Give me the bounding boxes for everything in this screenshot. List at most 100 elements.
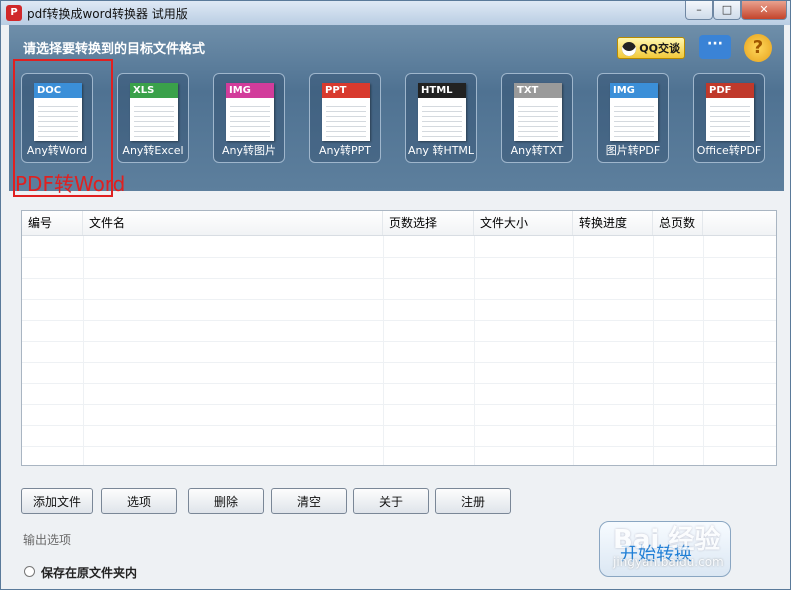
tile-any-to-txt[interactable]: TXT Any转TXT	[501, 73, 573, 163]
table-cell	[383, 383, 475, 404]
table-row[interactable]	[22, 383, 776, 405]
table-cell	[573, 425, 654, 446]
format-banner: 请选择要转换到的目标文件格式 QQ交谈 ··· ? DOC Any转Word XLS…	[9, 25, 784, 191]
table-cell	[474, 320, 574, 341]
table-cell	[383, 278, 475, 299]
tile-any-to-excel[interactable]: XLS Any转Excel	[117, 73, 189, 163]
tile-label: Any转图片	[221, 144, 276, 157]
table-cell	[474, 236, 574, 257]
table-row[interactable]	[22, 446, 776, 465]
tile-any-to-html[interactable]: HTML Any 转HTML	[405, 73, 477, 163]
tile-doc-body	[326, 102, 366, 137]
table-cell	[383, 236, 475, 257]
table-cell	[22, 404, 84, 425]
table-cell	[83, 257, 384, 278]
tile-image-to-pdf[interactable]: IMG 图片转PDF	[597, 73, 669, 163]
table-cell	[474, 362, 574, 383]
minimize-button[interactable]: –	[685, 1, 713, 20]
chat-icon[interactable]: ···	[699, 35, 731, 59]
table-cell	[22, 425, 84, 446]
table-row[interactable]	[22, 236, 776, 258]
watermark-url: jingyan.baidu.com	[613, 555, 724, 569]
options-button[interactable]: 选项	[101, 488, 177, 514]
table-cell	[22, 341, 84, 362]
table-cell	[83, 236, 384, 257]
close-button[interactable]: ✕	[741, 1, 787, 20]
table-row[interactable]	[22, 257, 776, 279]
table-cell	[653, 362, 704, 383]
table-row[interactable]	[22, 404, 776, 426]
register-button[interactable]: 注册	[435, 488, 511, 514]
tile-tag: PPT	[322, 83, 370, 98]
table-cell	[653, 299, 704, 320]
app-icon: P	[6, 5, 22, 21]
table-row[interactable]	[22, 362, 776, 384]
title-bar[interactable]: P pdf转换成word转换器 试用版 – □ ✕	[1, 1, 790, 25]
table-row[interactable]	[22, 425, 776, 447]
clear-button[interactable]: 清空	[271, 488, 347, 514]
table-cell	[22, 278, 84, 299]
table-row[interactable]	[22, 341, 776, 363]
table-cell	[383, 320, 475, 341]
table-cell	[474, 341, 574, 362]
banner-title: 请选择要转换到的目标文件格式	[23, 42, 206, 57]
tile-office-to-pdf[interactable]: PDF Office转PDF	[693, 73, 765, 163]
html-doc-icon: HTML	[418, 83, 466, 141]
col-header-file-size[interactable]: 文件大小	[474, 211, 573, 235]
table-row[interactable]	[22, 320, 776, 342]
tile-tag: IMG	[610, 83, 658, 98]
table-cell	[22, 299, 84, 320]
table-cell	[22, 446, 84, 465]
about-button[interactable]: 关于	[353, 488, 429, 514]
save-original-label[interactable]: 保存在原文件夹内	[41, 564, 137, 581]
tile-label: Office转PDF	[696, 144, 762, 157]
table-cell	[653, 404, 704, 425]
app-window: P pdf转换成word转换器 试用版 – □ ✕ 请选择要转换到的目标文件格式…	[0, 0, 791, 590]
table-cell	[573, 383, 654, 404]
col-header-total-pages[interactable]: 总页数	[653, 211, 703, 235]
table-cell	[474, 257, 574, 278]
tile-any-to-ppt[interactable]: PPT Any转PPT	[309, 73, 381, 163]
col-header-page-select[interactable]: 页数选择	[383, 211, 474, 235]
txt-doc-icon: TXT	[514, 83, 562, 141]
table-cell	[383, 341, 475, 362]
table-cell	[474, 278, 574, 299]
add-file-button[interactable]: 添加文件	[21, 488, 93, 514]
tile-any-to-image[interactable]: IMG Any转图片	[213, 73, 285, 163]
table-cell	[474, 299, 574, 320]
save-original-radio[interactable]	[24, 566, 35, 577]
table-cell	[83, 278, 384, 299]
annotation-label: PDF转Word	[15, 172, 126, 196]
tile-doc-body	[518, 102, 558, 137]
table-cell	[83, 446, 384, 465]
watermark-brand: Bai 经验	[613, 525, 721, 555]
table-cell	[383, 257, 475, 278]
table-cell	[573, 236, 654, 257]
table-cell	[83, 299, 384, 320]
col-header-number[interactable]: 编号	[22, 211, 83, 235]
tile-doc-body	[422, 102, 462, 137]
file-list-table[interactable]: 编号 文件名 页数选择 文件大小 转换进度 总页数	[21, 210, 777, 466]
table-cell	[383, 362, 475, 383]
table-cell	[653, 341, 704, 362]
help-icon[interactable]: ?	[744, 34, 772, 62]
image-doc-icon: IMG	[226, 83, 274, 141]
table-cell	[573, 257, 654, 278]
col-header-filename[interactable]: 文件名	[83, 211, 383, 235]
tile-label: Any转Excel	[122, 144, 184, 157]
table-cell	[83, 425, 384, 446]
table-row[interactable]	[22, 278, 776, 300]
output-options-label: 输出选项	[23, 533, 72, 547]
table-cell	[573, 404, 654, 425]
table-cell	[573, 341, 654, 362]
qq-chat-button[interactable]: QQ交谈	[617, 37, 685, 59]
tile-tag: HTML	[418, 83, 466, 98]
maximize-button[interactable]: □	[713, 1, 741, 20]
delete-button[interactable]: 删除	[188, 488, 264, 514]
table-cell	[573, 362, 654, 383]
table-cell	[653, 383, 704, 404]
table-row[interactable]	[22, 299, 776, 321]
tile-label: Any转TXT	[510, 144, 564, 157]
tile-label: Any 转HTML	[407, 144, 475, 157]
col-header-progress[interactable]: 转换进度	[573, 211, 653, 235]
